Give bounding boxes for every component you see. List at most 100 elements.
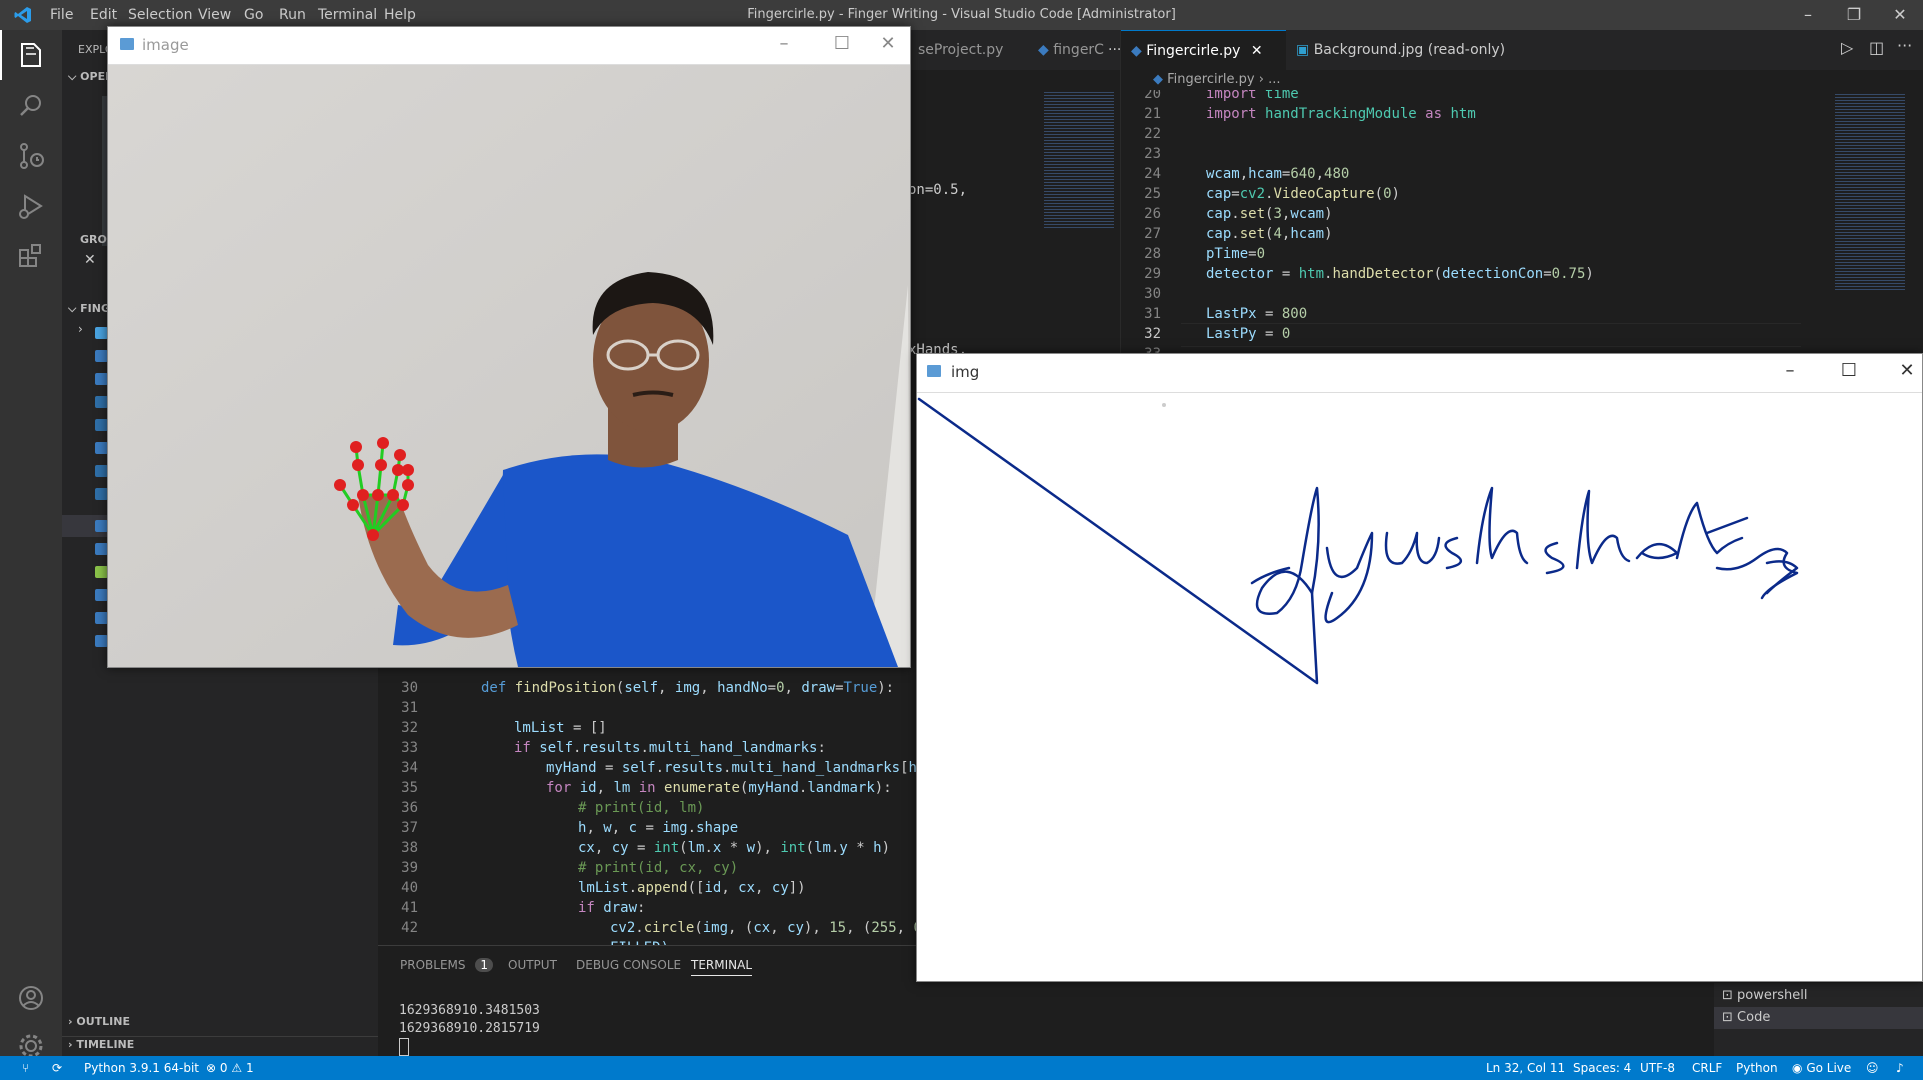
encoding[interactable]: UTF-8	[1640, 1061, 1675, 1075]
tab-output[interactable]: OUTPUT	[508, 958, 557, 972]
terminal-cursor	[399, 1038, 409, 1056]
python-file-icon: ◆	[1038, 42, 1049, 58]
close-editor-icon[interactable]: ✕	[84, 252, 96, 268]
code-line: LastPy = 0	[1206, 326, 1291, 342]
code-line: h, w, c = img.shape	[578, 820, 739, 836]
camera-feed-image	[108, 65, 910, 667]
code-fragment: on=0.5,	[908, 182, 968, 198]
close-icon[interactable]: ✕	[868, 33, 908, 54]
terminal-item-powershell[interactable]: ⊡ powershell	[1722, 988, 1807, 1003]
code-line: cap.set(3,wcam)	[1206, 206, 1333, 222]
code-line: def findPosition(self, img, handNo=0, dr…	[481, 680, 895, 696]
breadcrumb[interactable]: ◆ Fingercirle.py › ...	[1153, 70, 1281, 90]
tab-label: Background.jpg (read-only)	[1313, 42, 1506, 58]
timeline-label: TIMELINE	[76, 1038, 135, 1051]
code-comment: # print(id, cx, cy)	[578, 860, 739, 876]
line-number: 41	[401, 900, 418, 916]
img-window[interactable]: img – ☐ ✕	[916, 353, 1923, 982]
tab-label: fingerC	[1053, 42, 1104, 58]
minimap[interactable]	[1044, 90, 1114, 230]
code-area-right[interactable]: 20 import time 21 import handTrackingMod…	[1121, 90, 1821, 360]
warning-count: 1	[245, 1061, 254, 1075]
close-icon[interactable]: ✕	[1887, 360, 1923, 381]
sync-icon[interactable]: ⟳	[52, 1061, 62, 1075]
go-live-button[interactable]: ◉ Go Live	[1792, 1061, 1851, 1075]
minimize-icon[interactable]: –	[1786, 3, 1830, 27]
feedback-icon[interactable]: ☺	[1866, 1061, 1879, 1075]
problems-indicator[interactable]: ⊗ 0 ⚠ 1	[206, 1061, 254, 1075]
chevron-right-icon[interactable]: ›	[78, 322, 83, 336]
code-line: lmList = []	[514, 720, 607, 736]
outline-section[interactable]: › OUTLINE	[68, 1015, 130, 1028]
problems-label: PROBLEMS	[400, 958, 466, 972]
code-line: for id, lm in enumerate(myHand.landmark)…	[546, 780, 892, 796]
terminal-icon: ⊡	[1722, 1010, 1733, 1025]
cursor-position[interactable]: Ln 32, Col 11	[1486, 1061, 1565, 1075]
tab-problems[interactable]: PROBLEMS 1	[400, 958, 493, 972]
tab-close-icon[interactable]: ✕	[1251, 43, 1263, 59]
code-line: detector = htm.handDetector(detectionCon…	[1206, 266, 1594, 282]
source-branch-icon[interactable]: ⑂	[22, 1061, 29, 1075]
tab-bar-right: ◆ Fingercirle.py ✕ ▣ Background.jpg (rea…	[1121, 30, 1923, 71]
extensions-icon[interactable]	[13, 238, 49, 274]
source-control-icon[interactable]	[13, 138, 49, 174]
line-number: 26	[1144, 206, 1161, 222]
image-window[interactable]: image – ☐ ✕	[107, 26, 911, 668]
img-window-titlebar[interactable]: img – ☐ ✕	[917, 354, 1922, 393]
code-line: lmList.append([id, cx, cy])	[578, 880, 806, 896]
drawing-canvas[interactable]	[917, 393, 1920, 979]
image-window-title: image	[142, 36, 189, 54]
timeline-section[interactable]: › TIMELINE	[68, 1038, 134, 1051]
notifications-bell-icon[interactable]: ♪	[1896, 1061, 1904, 1075]
line-number: 40	[401, 880, 418, 896]
restore-icon[interactable]: ❐	[1832, 3, 1876, 27]
tab-background-jpg[interactable]: ▣ Background.jpg (read-only)	[1286, 30, 1515, 70]
line-number: 31	[1144, 306, 1161, 322]
search-icon[interactable]	[13, 88, 49, 124]
minimize-icon[interactable]: –	[1770, 360, 1810, 381]
close-icon[interactable]: ✕	[1878, 3, 1922, 27]
code-line: cx, cy = int(lm.x * w), int(lm.y * h)	[578, 840, 891, 856]
minimize-icon[interactable]: –	[764, 33, 804, 54]
terminal-output[interactable]: 1629368910.3481503 1629368910.2815719	[399, 1002, 540, 1056]
maximize-icon[interactable]: ☐	[1829, 360, 1869, 381]
breadcrumb-file[interactable]: Fingercirle.py	[1167, 72, 1254, 87]
image-file-icon: ▣	[1296, 42, 1310, 58]
line-number: 20	[1144, 90, 1161, 102]
account-icon[interactable]	[13, 980, 49, 1016]
outline-label: OUTLINE	[76, 1015, 130, 1028]
breadcrumb-more[interactable]: ...	[1268, 72, 1280, 87]
python-file-icon: ◆	[1131, 43, 1142, 59]
maximize-icon[interactable]: ☐	[822, 33, 862, 54]
tab-debug-console[interactable]: DEBUG CONSOLE	[576, 958, 681, 972]
line-number: 39	[401, 860, 418, 876]
divider	[62, 1036, 378, 1037]
split-editor-icon[interactable]: ◫	[1869, 38, 1884, 57]
editor-group-right: ◆ Fingercirle.py ✕ ▣ Background.jpg (rea…	[1120, 30, 1923, 360]
indentation[interactable]: Spaces: 4	[1573, 1061, 1631, 1075]
explorer-icon[interactable]	[13, 38, 49, 74]
code-comment: # print(id, lm)	[578, 800, 705, 816]
line-endings[interactable]: CRLF	[1692, 1061, 1722, 1075]
line-number: 36	[401, 800, 418, 816]
line-number: 29	[1144, 266, 1161, 282]
line-number: 32	[401, 720, 418, 736]
minimap[interactable]	[1835, 92, 1905, 292]
window-title: Fingercirle.py - Finger Writing - Visual…	[747, 7, 1176, 22]
line-number: 34	[401, 760, 418, 776]
active-indicator	[0, 30, 2, 80]
python-interpreter[interactable]: Python 3.9.1 64-bit	[84, 1061, 199, 1075]
terminal-list: ⊡ powershell ⊡ Code	[1714, 983, 1923, 1057]
image-window-titlebar[interactable]: image – ☐ ✕	[108, 27, 910, 65]
run-debug-icon[interactable]	[13, 188, 49, 224]
tab-baseproject[interactable]: seProject.py	[908, 30, 1013, 70]
run-icon[interactable]: ▷	[1841, 38, 1853, 57]
window-app-icon	[120, 38, 134, 50]
code-line: if draw:	[578, 900, 646, 916]
error-icon: ⊗	[206, 1061, 217, 1075]
more-actions-icon[interactable]: ···	[1897, 36, 1912, 55]
tab-fingercirle[interactable]: ◆ Fingercirle.py ✕	[1121, 30, 1286, 71]
tab-terminal[interactable]: TERMINAL	[691, 958, 753, 976]
terminal-item-code[interactable]: ⊡ Code	[1722, 1010, 1770, 1025]
language-mode[interactable]: Python	[1736, 1061, 1778, 1075]
